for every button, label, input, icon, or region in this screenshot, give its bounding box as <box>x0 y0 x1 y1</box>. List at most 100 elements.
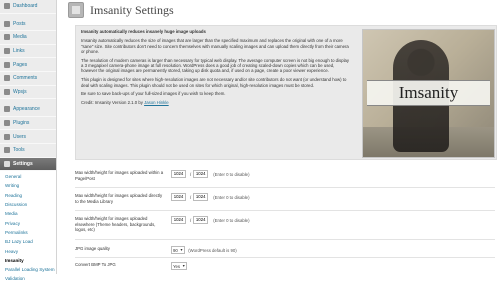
menu-users[interactable]: Users <box>0 130 56 144</box>
bmp-value: Yes <box>173 263 181 269</box>
quality-select[interactable]: 90 ▼ <box>171 246 186 254</box>
submenu-imsanity[interactable]: Imsanity <box>0 256 56 265</box>
users-icon <box>4 133 10 140</box>
settings-page-icon <box>68 2 84 18</box>
divider <box>75 257 495 258</box>
submenu-reading[interactable]: Reading <box>0 191 56 200</box>
library-height-input[interactable] <box>193 193 209 201</box>
intro-paragraph: This plugin is designed for sites where … <box>81 77 347 88</box>
main-content: Imsanity Settings Imsanity automatically… <box>62 0 500 274</box>
menu-label: Pages <box>13 61 28 68</box>
setting-hint: (Enter 0 to disable) <box>213 217 250 223</box>
page-icon <box>4 61 10 68</box>
menu-label: Posts <box>13 20 26 27</box>
setting-controls: Yes ▼ <box>171 262 188 270</box>
menu-label: Tools <box>13 147 25 154</box>
setting-label: JPG image quality <box>75 246 110 251</box>
menu-plugins[interactable]: Plugins <box>0 117 56 131</box>
plugin-menu-icon <box>4 88 10 95</box>
submenu-validation[interactable]: Validation <box>0 274 56 283</box>
intro-paragraph: Be sure to save back-ups of your full-si… <box>81 91 226 97</box>
submenu-discussion[interactable]: Discussion <box>0 200 56 209</box>
menu-label: Users <box>13 133 27 140</box>
intro-text: Imsanity automatically reduces insanely … <box>81 29 351 109</box>
menu-pages[interactable]: Pages <box>0 58 56 72</box>
menu-tools[interactable]: Tools <box>0 144 56 158</box>
setting-label: Max width/height for images uploaded els… <box>75 216 156 233</box>
setting-row-bmp: Convert BMP To JPG Yes ▼ <box>75 262 495 270</box>
title-row: Imsanity Settings <box>68 2 174 18</box>
pin-icon <box>4 20 10 27</box>
post-height-input[interactable] <box>193 170 209 178</box>
submenu-privacy[interactable]: Privacy <box>0 219 56 228</box>
appearance-icon <box>4 106 10 113</box>
menu-label: Plugins <box>13 120 30 127</box>
comment-icon <box>4 75 10 82</box>
menu-label: Media <box>13 34 27 41</box>
menu-label: Dashboard <box>13 3 38 10</box>
dashboard-icon <box>4 3 10 10</box>
intro-heading: Imsanity automatically reduces insanely … <box>81 29 206 34</box>
header-photo: Imsanity <box>362 29 495 158</box>
intro-paragraph: Imsanity automatically reduces the size … <box>81 38 349 54</box>
submenu-media[interactable]: Media <box>0 209 56 218</box>
menu-links[interactable]: Links <box>0 45 56 59</box>
menu-comments[interactable]: Comments <box>0 72 56 86</box>
setting-row-library: Max width/height for images uploaded dir… <box>75 193 495 204</box>
media-icon <box>4 34 10 41</box>
photo-banner: Imsanity <box>367 80 490 106</box>
submenu-general[interactable]: General <box>0 172 56 181</box>
intro-box: Imsanity automatically reduces insanely … <box>75 25 497 160</box>
other-height-input[interactable] <box>193 216 209 224</box>
library-width-input[interactable] <box>171 193 186 201</box>
tools-icon <box>4 147 10 154</box>
submenu-parallel-loading[interactable]: Parallel Loading System <box>0 265 56 274</box>
submenu-bj-lazy-load[interactable]: BJ Lazy Load <box>0 237 56 246</box>
setting-controls: / (Enter 0 to disable) <box>171 170 250 178</box>
setting-hint: (Enter 0 to disable) <box>213 171 250 177</box>
divider <box>75 239 495 240</box>
menu-appearance[interactable]: Appearance <box>0 103 56 117</box>
chevron-down-icon: ▼ <box>179 247 184 252</box>
settings-submenu: General Writing Reading Discussion Media… <box>0 171 56 284</box>
menu-dashboard[interactable]: Dashboard <box>0 0 56 14</box>
divider <box>75 187 495 188</box>
setting-label: Max width/height for images uploaded dir… <box>75 193 163 204</box>
setting-row-other: Max width/height for images uploaded els… <box>75 216 495 233</box>
submenu-heavy[interactable]: Heavy <box>0 247 56 256</box>
divider <box>75 210 495 211</box>
post-width-input[interactable] <box>171 170 186 178</box>
separator: / <box>190 217 192 223</box>
bmp-select[interactable]: Yes ▼ <box>171 262 188 270</box>
menu-media[interactable]: Media <box>0 31 56 45</box>
setting-controls: / (Enter 0 to disable) <box>171 216 250 224</box>
submenu-permalinks[interactable]: Permalinks <box>0 228 56 237</box>
menu-wpsjs[interactable]: Wpsjs <box>0 86 56 100</box>
author-link[interactable]: Jason Hinkle <box>144 100 169 105</box>
credit-prefix: Credit: Imsanity Version 2.1.0 by <box>81 100 143 106</box>
menu-label: Settings <box>13 160 33 167</box>
quality-value: 90 <box>173 247 178 253</box>
menu-label: Links <box>13 48 25 55</box>
setting-controls: 90 ▼ (WordPress default is 90) <box>171 246 237 254</box>
submenu-writing[interactable]: Writing <box>0 181 56 190</box>
intro-paragraph: The resolution of modern cameras is larg… <box>81 57 350 74</box>
setting-label: Convert BMP To JPG <box>75 262 116 267</box>
setting-hint: (WordPress default is 90) <box>188 247 237 253</box>
menu-label: Comments <box>13 75 38 82</box>
chevron-down-icon: ▼ <box>182 263 186 268</box>
setting-hint: (Enter 0 to disable) <box>213 194 250 200</box>
other-width-input[interactable] <box>171 216 186 224</box>
credit-line: Credit: Imsanity Version 2.1.0 by Jason … <box>81 100 351 105</box>
setting-controls: / (Enter 0 to disable) <box>171 193 250 201</box>
menu-label: Wpsjs <box>13 88 27 95</box>
setting-label: Max width/height for images uploaded wit… <box>75 170 164 181</box>
admin-sidebar: Dashboard Posts Media Links Pages Commen… <box>0 0 57 284</box>
settings-icon <box>4 160 10 167</box>
menu-settings[interactable]: Settings <box>0 157 56 172</box>
setting-row-quality: JPG image quality 90 ▼ (WordPress defaul… <box>75 246 495 254</box>
menu-posts[interactable]: Posts <box>0 18 56 32</box>
page-title: Imsanity Settings <box>90 2 174 17</box>
link-icon <box>4 48 10 55</box>
separator: / <box>190 171 192 177</box>
